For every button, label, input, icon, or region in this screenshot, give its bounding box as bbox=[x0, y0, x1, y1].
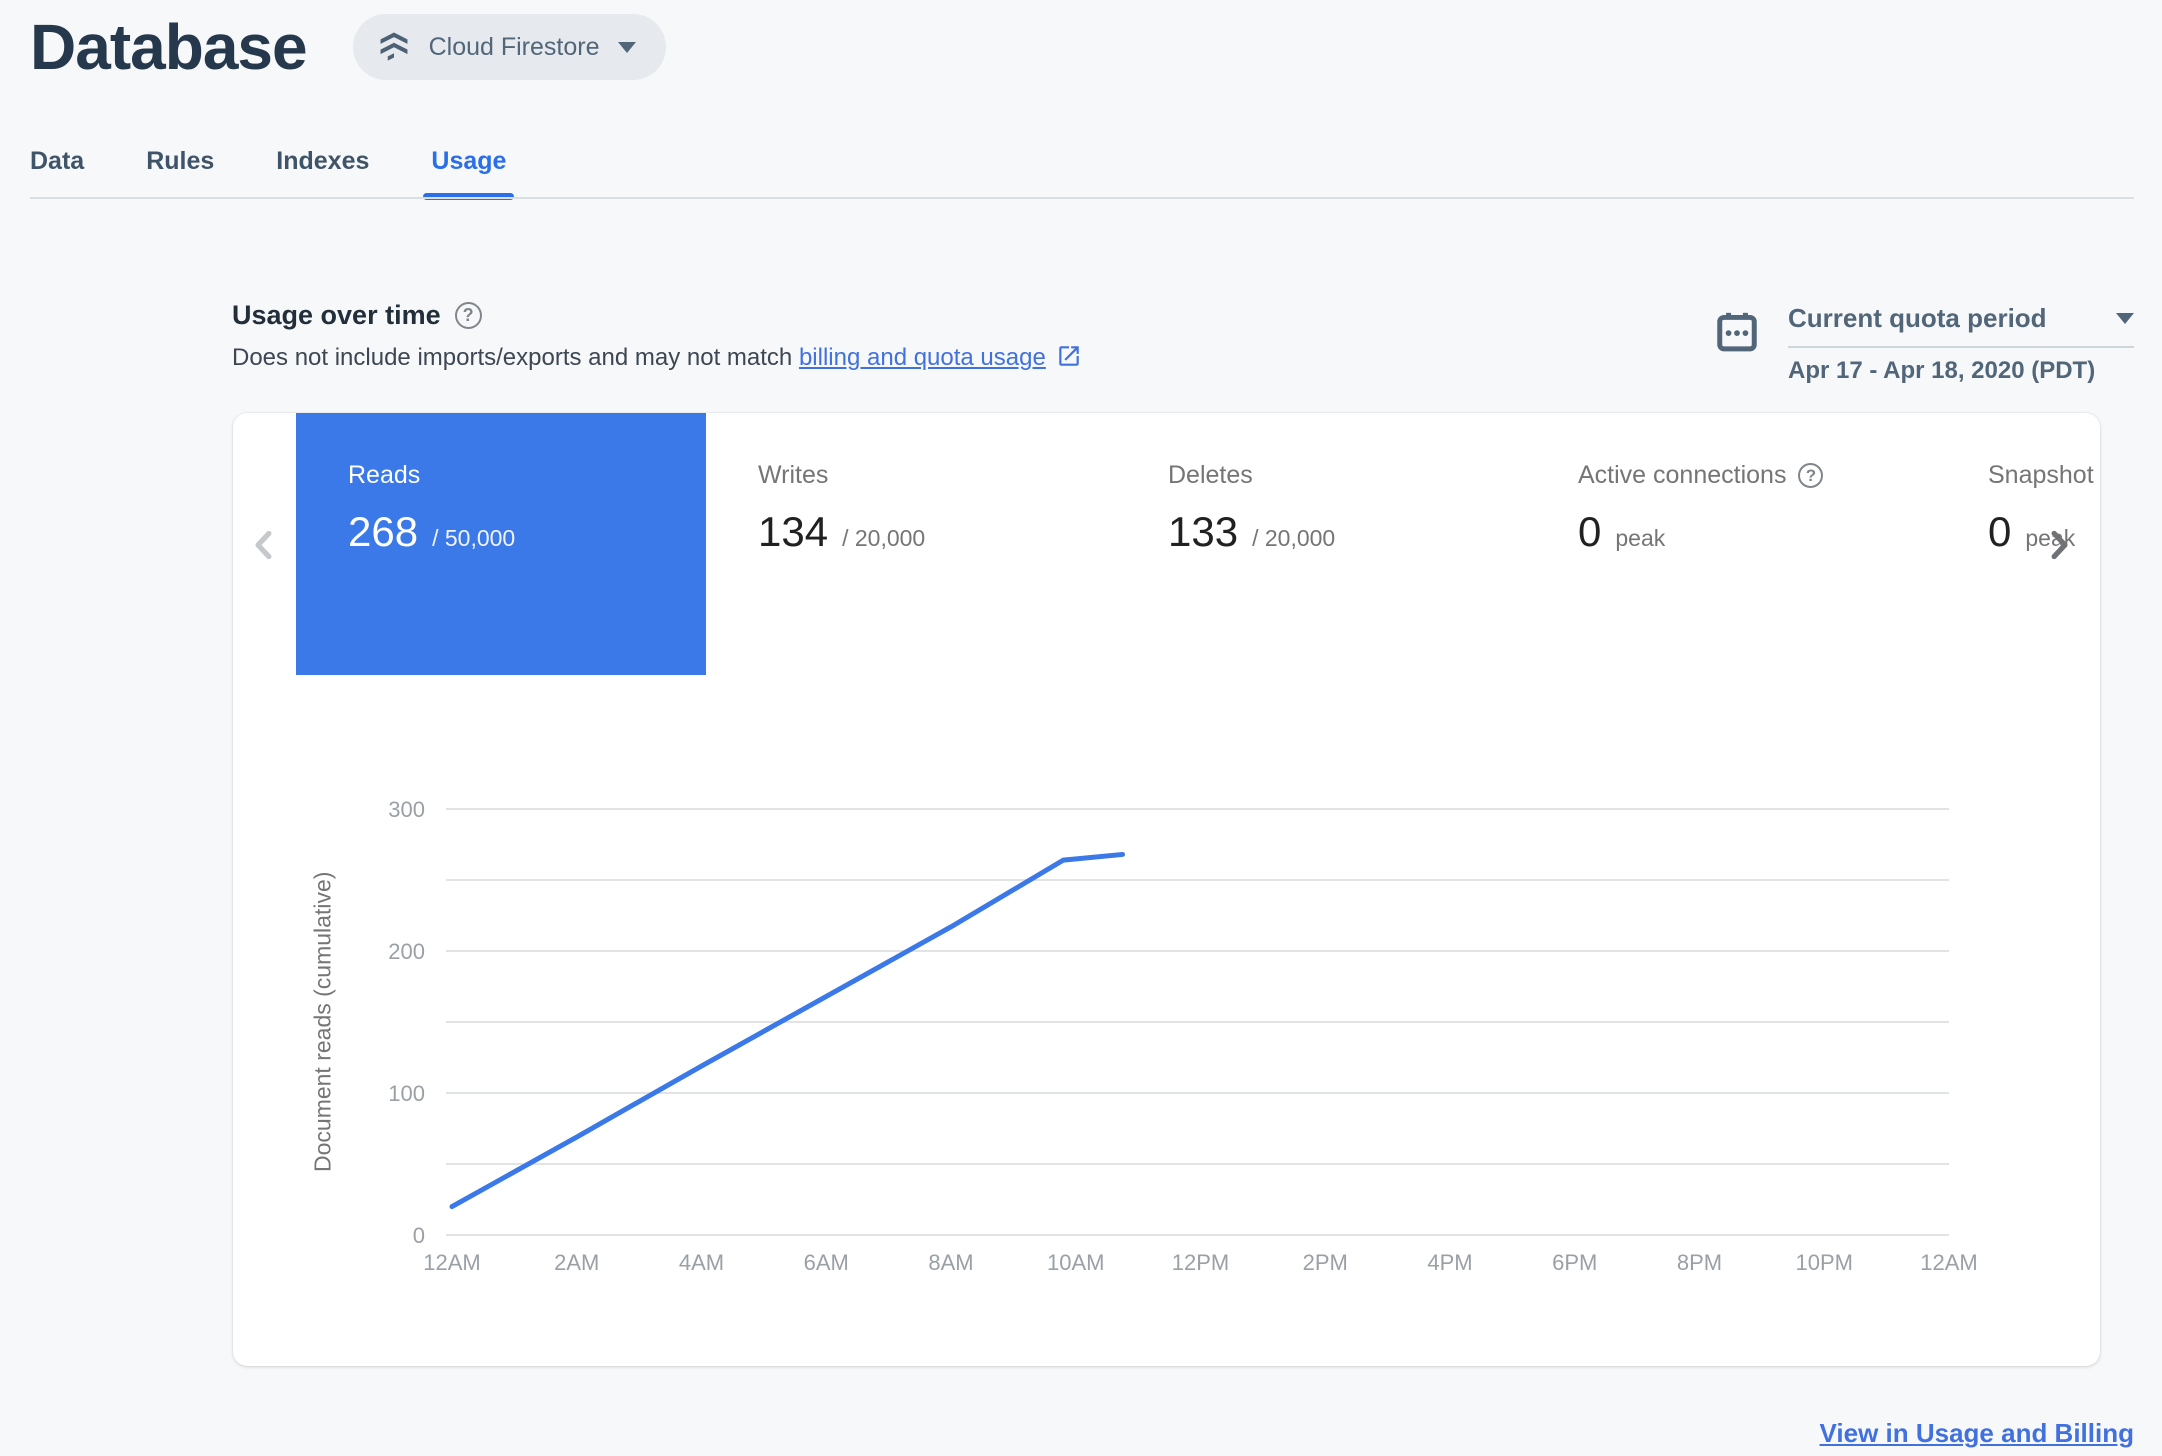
usage-line bbox=[449, 851, 1126, 1210]
usage-line-chart: 0 100 200 300 12AM 2AM 4AM 6AM 8AM 10AM 12PM 2PM 4PM… bbox=[388, 797, 1977, 1275]
help-icon[interactable]: ? bbox=[454, 302, 482, 329]
billing-quota-link[interactable]: billing and quota usage bbox=[799, 344, 1046, 371]
y-tick-label: 300 bbox=[388, 797, 425, 822]
metric-label: Reads bbox=[348, 461, 421, 489]
x-tick-label: 6AM bbox=[804, 1250, 849, 1275]
x-tick-label: 10AM bbox=[1047, 1250, 1104, 1275]
product-selector[interactable]: Cloud Firestore bbox=[352, 14, 666, 80]
x-tick-label: 8PM bbox=[1677, 1250, 1722, 1275]
quota-period-selector[interactable]: Current quota period Apr 17 - Apr 18, 20… bbox=[1788, 303, 2134, 385]
product-selector-label: Cloud Firestore bbox=[428, 32, 600, 61]
quota-period-range: Apr 17 - Apr 18, 2020 (PDT) bbox=[1788, 357, 2096, 384]
usage-over-time-title: Usage over time ? bbox=[232, 300, 1082, 331]
x-tick-label: 8AM bbox=[928, 1250, 973, 1275]
metric-card-snapshot-listeners[interactable]: Snapshot listeners 0 peak bbox=[1936, 413, 2100, 675]
metric-card-writes[interactable]: Writes 134 / 20,000 bbox=[706, 413, 1116, 675]
metric-label: Writes bbox=[758, 461, 829, 489]
metric-quota: / 20,000 bbox=[1252, 525, 1336, 551]
page-title: Database bbox=[30, 11, 308, 83]
x-tick-label: 4PM bbox=[1427, 1250, 1472, 1275]
page-header: Database Cloud Firestore bbox=[30, 10, 666, 84]
firestore-icon bbox=[377, 30, 411, 64]
metric-card-row: Reads 268 / 50,000 Writes 134 / 20,000 D… bbox=[296, 413, 2100, 675]
help-icon[interactable]: ? bbox=[1798, 463, 1824, 488]
metric-value: 133 bbox=[1168, 508, 1239, 555]
metric-card-deletes[interactable]: Deletes 133 / 20,000 bbox=[1116, 413, 1526, 675]
x-tick-label: 12PM bbox=[1172, 1250, 1229, 1275]
metric-label: Active connections ? bbox=[1578, 461, 1936, 490]
metric-label: Snapshot listeners bbox=[1988, 461, 2100, 489]
metric-label: Deletes bbox=[1168, 461, 1253, 489]
calendar-icon bbox=[1717, 312, 1757, 352]
tab-rules[interactable]: Rules bbox=[146, 146, 214, 176]
quota-period-dropdown[interactable]: Current quota period bbox=[1788, 303, 2134, 348]
tab-usage[interactable]: Usage bbox=[423, 146, 515, 200]
metric-quota: / 50,000 bbox=[432, 525, 516, 551]
usage-over-time-label: Usage over time bbox=[232, 300, 441, 330]
metric-quota: / 20,000 bbox=[842, 525, 926, 551]
caret-down-icon bbox=[617, 41, 636, 53]
tab-divider bbox=[30, 197, 2134, 199]
usage-subtitle-text: Does not include imports/exports and may… bbox=[232, 344, 799, 371]
x-tick-label: 6PM bbox=[1552, 1250, 1597, 1275]
chevron-left-icon bbox=[255, 530, 272, 560]
x-tick-label: 2AM bbox=[554, 1250, 599, 1275]
quota-period-block: Current quota period Apr 17 - Apr 18, 20… bbox=[1714, 303, 2134, 385]
usage-panel: Reads 268 / 50,000 Writes 134 / 20,000 D… bbox=[233, 413, 2100, 1366]
metric-value: 0 bbox=[1578, 508, 1602, 555]
y-tick-label: 0 bbox=[413, 1223, 425, 1248]
metric-value: 134 bbox=[758, 508, 829, 555]
tab-indexes[interactable]: Indexes bbox=[276, 146, 369, 176]
x-tick-label: 2PM bbox=[1303, 1250, 1348, 1275]
x-tick-label: 12AM bbox=[1920, 1250, 1977, 1275]
metric-value: 0 bbox=[1988, 508, 2012, 555]
tab-bar: Data Rules Indexes Usage bbox=[30, 146, 515, 200]
quota-period-label: Current quota period bbox=[1788, 303, 2047, 333]
tab-data[interactable]: Data bbox=[30, 146, 84, 176]
metric-card-active-connections[interactable]: Active connections ? 0 peak bbox=[1526, 413, 1936, 675]
metric-label-text: Active connections bbox=[1578, 461, 1787, 489]
y-tick-label: 200 bbox=[388, 939, 425, 964]
previous-cards-button[interactable] bbox=[245, 525, 285, 568]
metric-quota: peak bbox=[1615, 525, 1666, 551]
metric-value: 268 bbox=[348, 508, 419, 555]
firestore-usage-page: Database Cloud Firestore Data Rules Inde… bbox=[0, 0, 2162, 1456]
metric-quota: peak bbox=[2025, 525, 2076, 551]
usage-over-time-header: Usage over time ? Does not include impor… bbox=[232, 300, 1082, 372]
x-tick-label: 4AM bbox=[679, 1250, 724, 1275]
usage-subtitle: Does not include imports/exports and may… bbox=[232, 343, 1082, 372]
view-usage-billing-link[interactable]: View in Usage and Billing bbox=[1820, 1418, 2134, 1449]
external-link-icon bbox=[1059, 346, 1079, 366]
caret-down-icon bbox=[2116, 313, 2134, 324]
x-tick-label: 12AM bbox=[423, 1250, 480, 1275]
x-tick-label: 10PM bbox=[1796, 1250, 1853, 1275]
metric-card-reads[interactable]: Reads 268 / 50,000 bbox=[296, 413, 706, 675]
y-tick-label: 100 bbox=[388, 1081, 425, 1106]
